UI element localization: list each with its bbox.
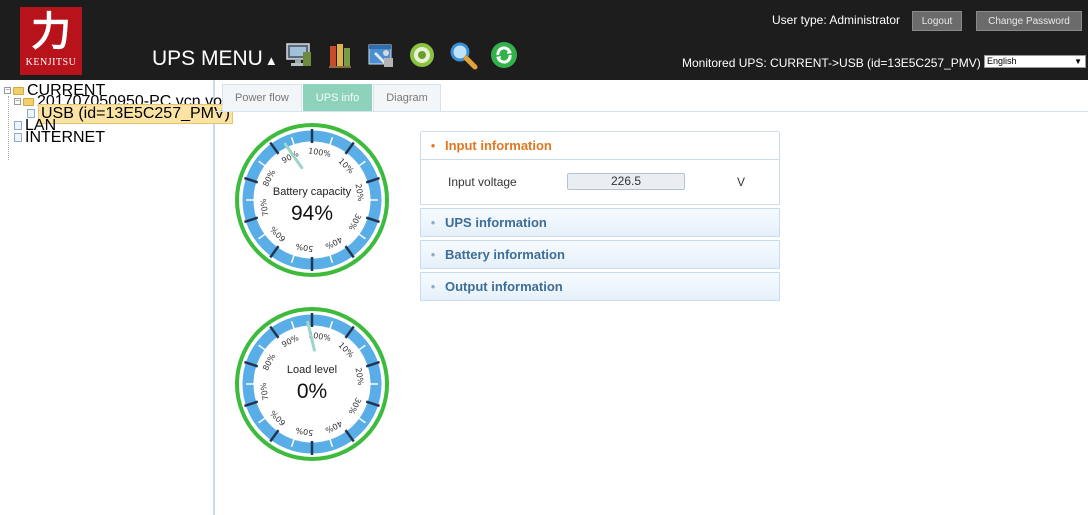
section-title: Input information (445, 138, 552, 153)
gauge-dial: 100%10%20%30%40%50%60%70%80%90% (235, 123, 389, 277)
logo-text: KENJITSU (25, 57, 77, 68)
refresh-icon[interactable] (488, 39, 519, 70)
triangle-up-icon: ▲ (264, 53, 278, 68)
battery-capacity-gauge: 100% 10% 20% 30% 40% 50% 60% 70% 80% 90% Battery … (234, 122, 390, 278)
section-title: UPS information (445, 215, 547, 230)
bullet-icon: ● (430, 250, 436, 259)
monitor-icon[interactable] (283, 39, 314, 70)
network-icon (14, 121, 22, 130)
input-information-header[interactable]: ● Input information (420, 131, 780, 160)
tree-label-internet: INTERNET (25, 128, 105, 146)
device-tree-panel: − CURRENT − 201707050950-PC.vcn.vol.corp… (0, 80, 261, 515)
tree-line (8, 96, 9, 160)
gauge-value: 94% (290, 202, 334, 225)
bullet-icon: ● (430, 282, 436, 291)
collapse-icon[interactable]: − (14, 98, 21, 105)
section-title: Battery information (445, 247, 565, 262)
top-header: 力 KENJITSU UPS MENU ▲ User type: Administ… (0, 0, 1088, 80)
search-icon[interactable] (447, 39, 478, 70)
ups-information-header[interactable]: ● UPS information (420, 208, 780, 237)
ups-menu-label: UPS MENU (152, 47, 263, 70)
tab-ups-info[interactable]: UPS info (302, 84, 373, 111)
gauge-value: 0% (296, 380, 328, 403)
bullet-icon: ● (430, 218, 436, 227)
change-password-button[interactable]: Change Password (976, 11, 1082, 31)
input-voltage-label: Input voltage (448, 175, 517, 189)
gauge-label: Battery capacity (272, 186, 352, 198)
user-type-text: User type: Administrator (772, 13, 901, 27)
tab-divider (216, 111, 1088, 112)
view-tabs: Power flow UPS info Diagram (222, 84, 442, 112)
toolbar (283, 39, 519, 75)
tree-label-usb: USB (id=13E5C257_PMV) (38, 103, 233, 124)
ups-menu-toggle[interactable]: UPS MENU ▲ (152, 47, 278, 71)
battery-information-header[interactable]: ● Battery information (420, 240, 780, 269)
bullet-icon: ● (430, 141, 436, 150)
network-icon (14, 133, 22, 142)
logout-button[interactable]: Logout (912, 11, 962, 31)
gauge-label: Load level (286, 364, 338, 376)
gear-icon[interactable] (406, 39, 437, 70)
tab-power-flow[interactable]: Power flow (222, 84, 302, 111)
ups-info-accordion: ● Input information Input voltage 226.5 … (420, 131, 780, 301)
output-information-header[interactable]: ● Output information (420, 272, 780, 301)
dropdown-arrow-icon: ▼ (1074, 57, 1082, 66)
kenjitsu-logo: 力 KENJITSU (20, 7, 82, 75)
tab-diagram[interactable]: Diagram (373, 84, 441, 111)
section-title: Output information (445, 279, 563, 294)
collapse-icon[interactable]: − (4, 87, 11, 94)
folder-icon (23, 97, 34, 106)
monitored-ups-text: Monitored UPS: CURRENT->USB (id=13E5C257… (682, 56, 981, 70)
load-level-gauge: 100% 10% 20% 30% 40% 50% 60% 70% 80% 90% Load lev… (234, 306, 390, 462)
books-icon[interactable] (324, 39, 355, 70)
input-voltage-value: 226.5 (567, 173, 685, 190)
input-voltage-unit: V (737, 175, 746, 189)
tree-node-usb[interactable]: USB (id=13E5C257_PMV) (27, 103, 233, 124)
tree-node-internet[interactable]: INTERNET (14, 129, 105, 146)
language-select[interactable]: English ▼ (984, 55, 1086, 68)
input-information-body: Input voltage 226.5 V (420, 160, 780, 205)
gauge-face (254, 142, 370, 258)
language-value: English (987, 56, 1017, 66)
logo-glyph: 力 (31, 8, 71, 55)
tools-icon[interactable] (365, 39, 396, 70)
folder-icon (13, 86, 24, 95)
